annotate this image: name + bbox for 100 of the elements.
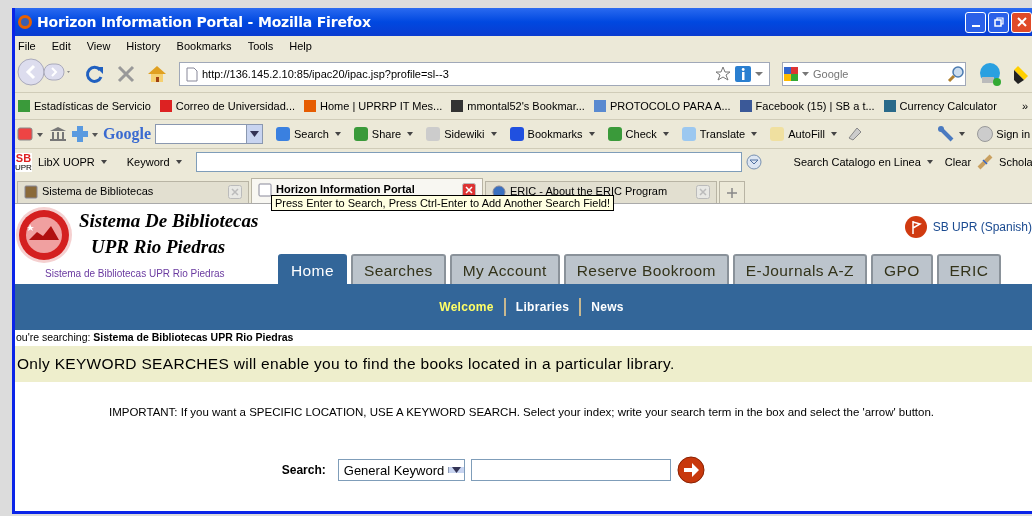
minimize-button[interactable] xyxy=(965,11,986,33)
menu-item[interactable]: View xyxy=(85,40,112,52)
window-title: Horizon Information Portal - Mozilla Firefox xyxy=(37,14,371,30)
menu-item[interactable]: Tools xyxy=(246,40,275,52)
dropdown-arrow-icon[interactable] xyxy=(755,71,763,77)
bookmark-item[interactable]: Home | UPRRP IT Mes... xyxy=(303,99,443,113)
flag-icon xyxy=(904,216,927,238)
index-dropdown[interactable]: General Keyword xyxy=(337,459,466,481)
site-tab[interactable]: GPO xyxy=(870,254,933,284)
home-icon[interactable] xyxy=(147,65,167,83)
bank-icon[interactable] xyxy=(49,126,67,142)
toolbar-item-icon xyxy=(425,126,442,142)
subnav-link[interactable]: Welcome xyxy=(429,300,504,314)
subnav-link[interactable]: News xyxy=(581,300,634,314)
browser-tab[interactable]: Sistema de Bibliotecas xyxy=(17,181,249,203)
avatar-icon xyxy=(977,126,994,142)
toolbar-button[interactable]: Sidewiki xyxy=(423,126,487,142)
language-link[interactable]: SB UPR (Spanish) xyxy=(904,216,1032,238)
plus-icon[interactable] xyxy=(71,125,99,143)
dropdown-arrow-icon[interactable] xyxy=(490,132,497,136)
eraser-icon[interactable] xyxy=(846,126,863,142)
sign-in-button[interactable]: Sign in xyxy=(975,126,1032,142)
reload-icon[interactable] xyxy=(85,64,105,84)
dropdown-arrow-icon[interactable] xyxy=(959,132,966,136)
site-tab[interactable]: Reserve Bookroom xyxy=(563,254,729,284)
site-tab[interactable]: E-Journals A-Z xyxy=(732,254,867,284)
google-search-field[interactable] xyxy=(155,124,263,144)
clear-button[interactable]: Clear xyxy=(942,156,974,168)
scholar-button[interactable]: Schola xyxy=(997,156,1032,168)
toolbar-menu-icon[interactable] xyxy=(17,126,45,142)
toolbar-button[interactable]: Translate xyxy=(678,126,748,142)
toolbar-item-icon xyxy=(508,126,525,142)
search-icon[interactable] xyxy=(947,65,965,83)
dropdown-arrow-icon[interactable] xyxy=(662,132,669,136)
menu-item[interactable]: File xyxy=(17,40,37,52)
dropdown-arrow-icon[interactable] xyxy=(830,132,837,136)
toolbar-button[interactable]: Share xyxy=(350,126,404,142)
info-icon[interactable] xyxy=(735,66,751,82)
google-logo: Google xyxy=(103,125,151,143)
close-button[interactable] xyxy=(1011,11,1032,33)
close-icon xyxy=(1016,17,1027,27)
site-tab[interactable]: My Account xyxy=(449,254,560,284)
toolbar-button[interactable]: Search xyxy=(273,126,331,142)
star-icon[interactable] xyxy=(715,66,731,82)
dropdown-arrow-icon xyxy=(452,467,462,473)
bookmark-item[interactable]: Estadísticas de Servicio xyxy=(17,99,151,113)
toolbar-button[interactable]: AutoFill xyxy=(767,126,827,142)
search-box[interactable]: Google xyxy=(782,62,966,86)
libx-menu-button[interactable]: LibX UOPR xyxy=(35,156,97,168)
dropdown-arrow-icon[interactable] xyxy=(100,160,107,164)
site-tab[interactable]: Searches xyxy=(350,254,446,284)
toolbar-item-icon xyxy=(606,126,623,142)
skype-icon[interactable] xyxy=(978,62,1002,86)
search-term-field[interactable] xyxy=(471,459,672,481)
scroll-icon[interactable] xyxy=(977,154,994,170)
dropdown-arrow-icon[interactable] xyxy=(926,160,933,164)
minimize-icon xyxy=(971,25,980,27)
search-label: Search: xyxy=(281,463,326,477)
tab-icon xyxy=(24,185,38,199)
bookmark-icon xyxy=(592,99,607,113)
plus-icon xyxy=(727,187,737,198)
address-bar[interactable]: http://136.145.2.10:85/ipac20/ipac.jsp?profile=sl--3 xyxy=(179,62,770,86)
subnav-link[interactable]: Libraries xyxy=(505,300,580,314)
dropdown-circle-icon[interactable] xyxy=(745,154,762,170)
bookmark-icon xyxy=(882,99,897,113)
bookmark-item[interactable]: Currency Calculator xyxy=(882,99,997,113)
restore-button[interactable] xyxy=(988,11,1009,33)
wrench-icon[interactable] xyxy=(937,125,956,143)
toolbar-button[interactable]: Bookmarks xyxy=(506,126,585,142)
site-tab[interactable]: Home xyxy=(278,254,347,284)
dropdown-arrow-icon[interactable] xyxy=(175,160,182,164)
bookmark-item[interactable]: PROTOCOLO PARA A... xyxy=(592,99,731,113)
toolbar-button[interactable]: Check xyxy=(604,126,659,142)
dropdown-arrow-icon[interactable] xyxy=(588,132,595,136)
bookmark-icon xyxy=(450,99,465,113)
more-bookmarks-button[interactable]: » xyxy=(1021,100,1028,112)
dropdown-arrow-icon[interactable] xyxy=(334,132,341,136)
google-logo-icon xyxy=(783,66,811,82)
bookmark-item[interactable]: Facebook (15) | SB a t... xyxy=(738,99,875,113)
menu-item[interactable]: History xyxy=(125,40,162,52)
libx-search-field[interactable] xyxy=(195,152,742,172)
go-arrow-button[interactable] xyxy=(677,456,706,484)
page-icon xyxy=(186,66,198,82)
menu-item[interactable]: Bookmarks xyxy=(175,40,233,52)
tooltip: Press Enter to Search, Press Ctrl-Enter to Add Another Search Field! xyxy=(271,195,615,211)
catalog-search-button[interactable]: Search Catalogo en Linea xyxy=(791,156,923,168)
search-type-button[interactable]: Keyword xyxy=(124,156,172,168)
menu-item[interactable]: Help xyxy=(288,40,313,52)
menu-item[interactable]: Edit xyxy=(50,40,72,52)
toolbar-item-icon xyxy=(275,126,291,142)
bookmark-item[interactable]: mmontal52's Bookmar... xyxy=(450,99,585,113)
library-link[interactable]: Sistema de Bibliotecas UPR Rio Piedras xyxy=(45,268,225,279)
site-tab[interactable]: ERIC xyxy=(936,254,1002,284)
bookmark-item[interactable]: Correo de Universidad... xyxy=(158,99,295,113)
notice-banner: Only KEYWORD SEARCHES will enable you to find the books located in a particular library. xyxy=(15,346,1032,382)
dropdown-arrow-icon[interactable] xyxy=(751,132,758,136)
stop-icon[interactable] xyxy=(117,65,135,83)
dropdown-arrow-icon[interactable] xyxy=(407,132,414,136)
bookmark-icon xyxy=(17,99,31,113)
toolbar-item-icon xyxy=(352,126,369,142)
